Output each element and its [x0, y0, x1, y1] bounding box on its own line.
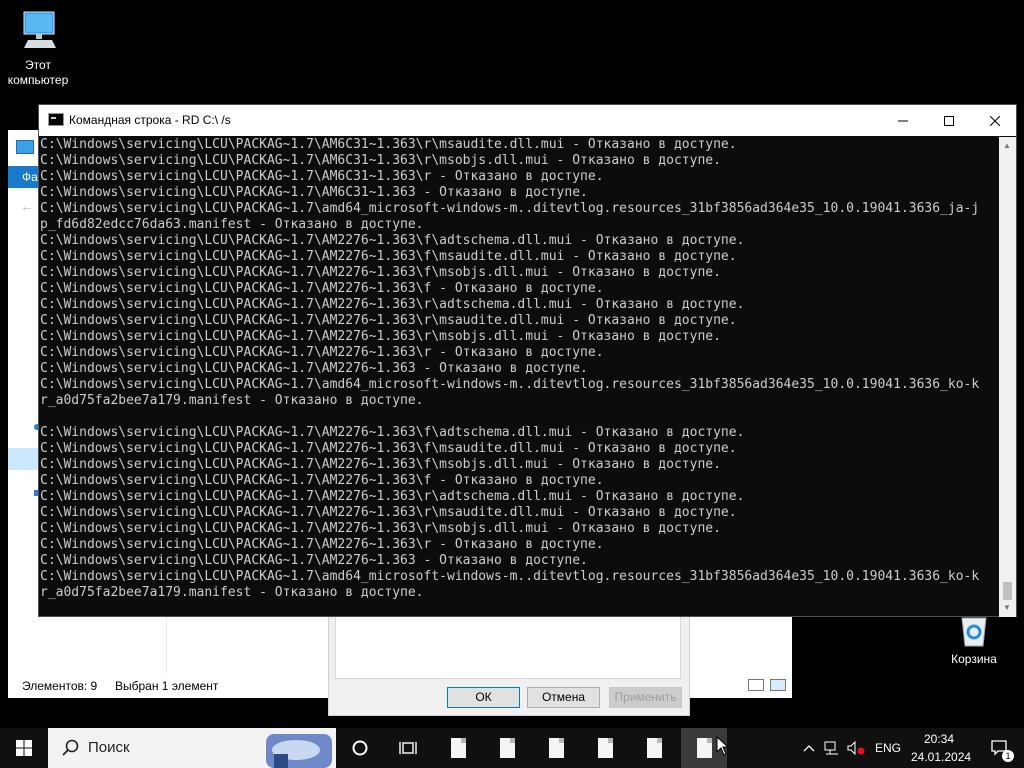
document-icon [597, 738, 613, 758]
console-line: C:\Windows\servicing\LCU\PACKAG~1.7\AM22… [40, 265, 721, 280]
cortana-button[interactable] [340, 728, 380, 768]
search-highlight-illustration [266, 734, 332, 768]
explorer-file-tab[interactable]: Фа [8, 166, 38, 188]
this-pc-label-line2: компьютер [7, 73, 69, 87]
clock-date[interactable]: 24.01.2024 [911, 750, 971, 764]
console-line: C:\Windows\servicing\LCU\PACKAG~1.7\amd6… [40, 569, 980, 584]
document-icon [450, 738, 466, 758]
ok-button[interactable]: ОК [447, 687, 520, 708]
console-line: C:\Windows\servicing\LCU\PACKAG~1.7\amd6… [40, 377, 980, 392]
console-line: r_a0d75fa2bee7a179.manifest - Отказано в… [40, 393, 424, 408]
network-tray-button[interactable] [820, 728, 844, 768]
large-icons-view-icon[interactable] [770, 679, 786, 691]
document-icon [548, 738, 564, 758]
scroll-down-arrow-icon[interactable]: ▼ [1003, 603, 1011, 612]
cortana-circle-icon [352, 740, 368, 756]
desktop-icon-this-pc[interactable]: Этот компьютер [0, 10, 76, 88]
pane-divider [166, 615, 167, 673]
status-item-count: Элементов: 9 [22, 679, 98, 693]
console-line: C:\Windows\servicing\LCU\PACKAG~1.7\AM22… [40, 313, 737, 328]
maximize-button[interactable] [926, 105, 972, 136]
scrollbar-thumb[interactable] [1003, 582, 1012, 600]
console-line: C:\Windows\servicing\LCU\PACKAG~1.7\amd6… [40, 201, 980, 216]
console-output[interactable]: C:\Windows\servicing\LCU\PACKAG~1.7\AM6C… [39, 137, 1000, 617]
console-line: C:\Windows\servicing\LCU\PACKAG~1.7\AM6C… [40, 169, 604, 184]
search-icon [62, 739, 79, 756]
console-line: C:\Windows\servicing\LCU\PACKAG~1.7\AM22… [40, 441, 737, 456]
console-line: C:\Windows\servicing\LCU\PACKAG~1.7\AM22… [40, 345, 604, 360]
taskbar-app-5[interactable] [632, 728, 676, 768]
windows-logo-icon [16, 740, 32, 756]
nav-pane-selected[interactable] [8, 448, 38, 470]
taskbar-app-4[interactable] [583, 728, 627, 768]
scroll-up-arrow-icon[interactable]: ▲ [1003, 141, 1011, 150]
back-arrow-icon[interactable]: ← [20, 198, 34, 214]
console-line: r_a0d75fa2bee7a179.manifest - Отказано в… [40, 585, 424, 600]
console-line: C:\Windows\servicing\LCU\PACKAG~1.7\AM22… [40, 457, 721, 472]
task-view-button[interactable] [388, 728, 428, 768]
explorer-pc-icon [16, 140, 34, 154]
volume-muted-icon [847, 741, 865, 755]
taskbar-app-2[interactable] [485, 728, 529, 768]
language-indicator[interactable]: ENG [875, 741, 901, 755]
console-line: C:\Windows\servicing\LCU\PACKAG~1.7\AM22… [40, 361, 588, 376]
console-line: C:\Windows\servicing\LCU\PACKAG~1.7\AM22… [40, 489, 745, 504]
console-line: C:\Windows\servicing\LCU\PACKAG~1.7\AM22… [40, 537, 604, 552]
document-icon [646, 738, 662, 758]
command-prompt-window: Командная строка - RD C:\ /s C:\Windows\… [38, 104, 1017, 617]
recycle-bin-icon [961, 617, 987, 647]
apply-button[interactable]: Применить [609, 687, 682, 708]
taskbar-app-1[interactable] [436, 728, 480, 768]
properties-content-box [335, 615, 681, 679]
action-center-button[interactable]: 1 [980, 728, 1020, 768]
close-icon [990, 115, 1000, 126]
search-label: Поиск [88, 739, 130, 756]
console-line: C:\Windows\servicing\LCU\PACKAG~1.7\AM6C… [40, 137, 737, 152]
console-line: p_fd6d82edcc76da63.manifest - Отказано в… [40, 217, 424, 232]
vertical-scrollbar[interactable]: ▲ ▼ [999, 137, 1016, 617]
console-line: C:\Windows\servicing\LCU\PACKAG~1.7\AM22… [40, 329, 721, 344]
properties-dialog: ОК Отмена Применить [328, 606, 690, 716]
cmd-titlebar[interactable]: Командная строка - RD C:\ /s [39, 105, 1016, 136]
recycle-bin-label: Корзина [951, 652, 997, 666]
details-view-icon[interactable] [748, 679, 764, 691]
console-line: C:\Windows\servicing\LCU\PACKAG~1.7\AM22… [40, 297, 745, 312]
console-line: C:\Windows\servicing\LCU\PACKAG~1.7\AM22… [40, 233, 745, 248]
console-line: C:\Windows\servicing\LCU\PACKAG~1.7\AM22… [40, 249, 737, 264]
this-pc-label-line1: Этот [25, 58, 51, 72]
close-button[interactable] [972, 105, 1018, 136]
cancel-button[interactable]: Отмена [527, 687, 600, 708]
document-icon [696, 738, 712, 758]
monitor-icon [23, 11, 56, 48]
notification-count-badge: 1 [1002, 750, 1014, 762]
console-line: C:\Windows\servicing\LCU\PACKAG~1.7\AM6C… [40, 185, 588, 200]
status-selection: Выбран 1 элемент [115, 679, 219, 693]
console-line: C:\Windows\servicing\LCU\PACKAG~1.7\AM22… [40, 425, 745, 440]
cmd-app-icon [48, 113, 64, 126]
network-icon [824, 741, 838, 755]
document-icon [499, 738, 515, 758]
minimize-button[interactable] [880, 105, 926, 136]
minimize-icon [898, 120, 908, 121]
taskbar-search-box[interactable]: Поиск [48, 728, 336, 768]
desktop-icon-recycle-bin[interactable]: Корзина [936, 612, 1012, 667]
console-line: C:\Windows\servicing\LCU\PACKAG~1.7\AM22… [40, 553, 588, 568]
volume-tray-button[interactable] [844, 728, 868, 768]
mouse-cursor-icon [716, 736, 730, 756]
console-line: C:\Windows\servicing\LCU\PACKAG~1.7\AM22… [40, 281, 604, 296]
maximize-icon [944, 115, 954, 126]
chevron-up-icon [803, 745, 815, 752]
console-line: C:\Windows\servicing\LCU\PACKAG~1.7\AM6C… [40, 153, 721, 168]
console-line: C:\Windows\servicing\LCU\PACKAG~1.7\AM22… [40, 521, 721, 536]
task-view-icon [399, 742, 417, 754]
taskbar-app-3[interactable] [534, 728, 578, 768]
start-button[interactable] [0, 728, 48, 768]
console-line: C:\Windows\servicing\LCU\PACKAG~1.7\AM22… [40, 505, 737, 520]
cmd-title: Командная строка - RD C:\ /s [69, 113, 231, 127]
console-line: C:\Windows\servicing\LCU\PACKAG~1.7\AM22… [40, 473, 604, 488]
clock-time[interactable]: 20:34 [924, 732, 954, 746]
taskbar: Поиск ENG 20:34 24.01.2024 1 [0, 728, 1024, 768]
show-hidden-icons-button[interactable] [798, 728, 820, 768]
